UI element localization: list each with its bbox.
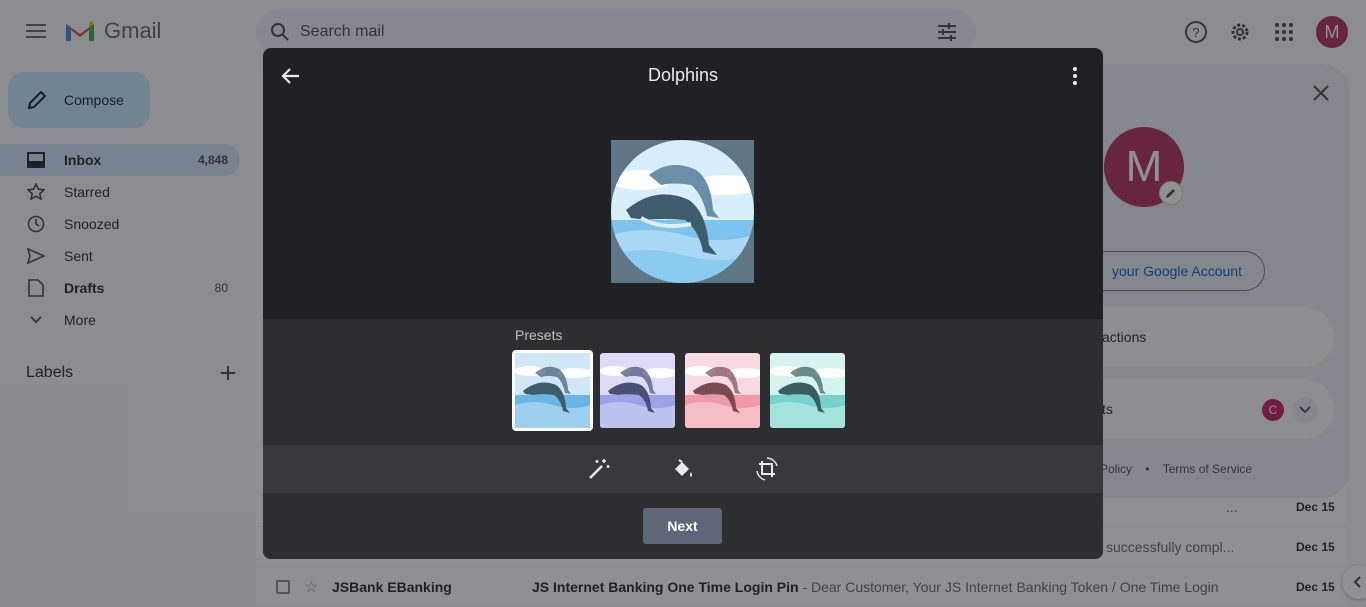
- preset-image: [770, 353, 845, 428]
- more-options-icon[interactable]: [1063, 64, 1087, 88]
- preset-thumbnail-teal[interactable]: [770, 353, 845, 428]
- next-button[interactable]: Next: [643, 508, 722, 544]
- edit-tools-bar: [263, 445, 1103, 493]
- dolphins-preview-image: [611, 140, 754, 283]
- theme-image-dialog: Dolphins Presets Next: [263, 48, 1103, 559]
- preset-image: [515, 353, 590, 428]
- magic-wand-icon[interactable]: [587, 457, 611, 481]
- paint-bucket-icon[interactable]: [671, 457, 695, 481]
- dialog-title: Dolphins: [647, 65, 719, 85]
- presets-band: Presets: [263, 319, 1103, 445]
- preset-thumbnail-violet[interactable]: [600, 353, 675, 428]
- preset-thumbnail-pink[interactable]: [685, 353, 760, 428]
- presets-label: Presets: [515, 327, 563, 343]
- preset-thumbnail-blue[interactable]: [513, 351, 592, 430]
- crop-rotate-icon[interactable]: [755, 457, 779, 481]
- preset-image: [600, 353, 675, 428]
- image-preview-area: [263, 104, 1103, 319]
- dialog-footer: Next: [263, 493, 1103, 559]
- dialog-header: Dolphins: [263, 48, 1103, 104]
- preset-image: [685, 353, 760, 428]
